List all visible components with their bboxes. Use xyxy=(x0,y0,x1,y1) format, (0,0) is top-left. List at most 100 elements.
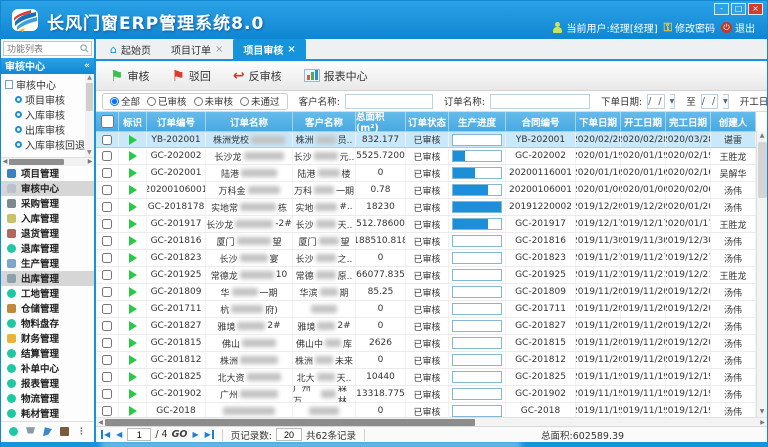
tab-项目订单[interactable]: 项目订单× xyxy=(161,39,233,59)
row-checkbox[interactable] xyxy=(102,135,112,145)
table-row[interactable]: GC-201809华一期华滨期85.25已审核GC-2018092019/11/… xyxy=(96,284,767,301)
sidebar-item-退货管理[interactable]: 退货管理 xyxy=(1,226,94,241)
table-row[interactable]: GC-201815佛山佛山中库2626已审核GC-2018152019/11/2… xyxy=(96,335,767,352)
table-row[interactable]: GC-20180已审核GC-20182019/11/192019/11/1920… xyxy=(96,403,767,417)
column-header-选择[interactable] xyxy=(96,112,119,131)
scroll-left-icon[interactable]: ◀ xyxy=(1,158,9,165)
next-page-icon[interactable]: ▶ xyxy=(191,430,199,439)
table-row[interactable]: GC-201917长沙龙-2#长沙天..8512.78600..已审核GC-20… xyxy=(96,216,767,233)
row-checkbox[interactable] xyxy=(102,236,112,246)
function-search-input[interactable] xyxy=(3,41,92,56)
radio-input[interactable] xyxy=(147,97,156,106)
column-header-完工日期[interactable]: 完工日期 xyxy=(666,112,711,131)
column-header-客户名称[interactable]: 客户名称 xyxy=(293,112,356,131)
toolbar-button-驳回[interactable]: ⚑驳回 xyxy=(167,65,214,87)
flag-icon[interactable] xyxy=(43,427,52,436)
tree-item[interactable]: 入库审核回退 xyxy=(5,137,84,152)
maximize-button[interactable]: □ xyxy=(731,3,746,15)
collapse-panel-icon[interactable]: « xyxy=(84,61,90,71)
sidebar-item-入库管理[interactable]: 入库管理 xyxy=(1,211,94,226)
table-row[interactable]: GC-201823长沙宴长沙之..0已审核GC-2018232019/11/27… xyxy=(96,250,767,267)
radio-input[interactable] xyxy=(240,97,249,106)
table-row[interactable]: GC-2018178实地常栋实地#..18230已审核2019122000220… xyxy=(96,199,767,216)
row-checkbox[interactable] xyxy=(102,372,112,382)
row-checkbox[interactable] xyxy=(102,406,112,416)
toolbar-button-报表中心[interactable]: 报表中心 xyxy=(300,65,372,87)
tree-vertical-scrollbar[interactable]: ▲▼ xyxy=(85,74,94,157)
minimize-button[interactable]: - xyxy=(714,3,729,15)
sidebar-item-仓储管理[interactable]: 仓储管理 xyxy=(1,301,94,316)
order-name-input[interactable] xyxy=(490,94,590,109)
column-header-开工日期[interactable]: 开工日期 xyxy=(621,112,666,131)
tree-horizontal-scrollbar[interactable]: ◀ ▶ xyxy=(1,158,94,166)
status-radio-已审核[interactable]: 已审核 xyxy=(147,94,187,108)
sidebar-item-物流管理[interactable]: 物流管理 xyxy=(1,391,94,406)
sidebar-item-退库管理[interactable]: 退库管理 xyxy=(1,241,94,256)
scroll-down-icon[interactable]: ▼ xyxy=(757,407,767,417)
row-checkbox[interactable] xyxy=(102,338,112,348)
radio-input[interactable] xyxy=(110,97,119,106)
table-row[interactable]: GC-201827雅境2#雅境2#0已审核GC-2018272019/11/20… xyxy=(96,318,767,335)
page-size-input[interactable] xyxy=(276,428,302,441)
sidebar-item-财务管理[interactable]: 财务管理 xyxy=(1,331,94,346)
column-header-订单状态[interactable]: 订单状态 xyxy=(406,112,449,131)
row-checkbox[interactable] xyxy=(102,202,112,212)
row-checkbox[interactable] xyxy=(102,168,112,178)
cart-icon[interactable] xyxy=(26,427,35,436)
column-header-总面积(m²)[interactable]: 总面积(m²) xyxy=(356,112,406,131)
sidebar-item-报表管理[interactable]: 报表管理 xyxy=(1,376,94,391)
tab-项目审核[interactable]: 项目审核× xyxy=(233,39,305,59)
column-header-合同编号[interactable]: 合同编号 xyxy=(506,112,576,131)
sidebar-item-工地管理[interactable]: 工地管理 xyxy=(1,286,94,301)
scroll-thumb[interactable] xyxy=(9,159,64,165)
sidebar-item-审核中心[interactable]: 审核中心 xyxy=(1,181,94,196)
status-radio-未通过[interactable]: 未通过 xyxy=(240,94,280,108)
scroll-left-icon[interactable]: ◀ xyxy=(96,419,105,426)
first-page-icon[interactable]: ◀ xyxy=(101,430,111,439)
table-row[interactable]: YB-202001株洲党校株洲员..832.177已审核YB-202001202… xyxy=(96,131,767,148)
scroll-right-icon[interactable]: ▶ xyxy=(86,158,94,165)
sidebar-item-生产管理[interactable]: 生产管理 xyxy=(1,256,94,271)
order-date-end-input[interactable]: / / xyxy=(701,94,718,109)
sidebar-item-补单中心[interactable]: 补单中心 xyxy=(1,361,94,376)
table-row[interactable]: GC-201925常德龙10常德原..266077.835..已审核GC-201… xyxy=(96,267,767,284)
table-row[interactable]: GC-201812株洲株洲未来0已审核GC-2018122019/11/2020… xyxy=(96,352,767,369)
table-row[interactable]: GC-202001陆港陆港楼0已审核202001160012020/01/162… xyxy=(96,165,767,182)
row-checkbox[interactable] xyxy=(102,304,112,314)
table-row[interactable]: GC-202002长沙龙长沙元..65525.7200..已审核GC-20200… xyxy=(96,148,767,165)
scroll-up-icon[interactable]: ▲ xyxy=(757,131,767,141)
close-button[interactable]: × xyxy=(748,3,763,15)
row-checkbox[interactable] xyxy=(102,287,112,297)
calendar-dropdown-icon[interactable]: ▼ xyxy=(670,94,676,109)
table-horizontal-scrollbar[interactable]: ◀ ▶ xyxy=(96,417,767,426)
toolbar-button-反审核[interactable]: ↩反审核 xyxy=(229,65,286,87)
scroll-thumb[interactable] xyxy=(86,83,93,111)
table-row[interactable]: GC-201825北大资北大天..10440已审核GC-2018252019/1… xyxy=(96,369,767,386)
table-row[interactable]: GC-201902广州广州万森林13318.775已审核GC-201902201… xyxy=(96,386,767,403)
tree-item[interactable]: 入库审核 xyxy=(5,107,84,122)
table-vertical-scrollbar[interactable]: ▲ ▼ xyxy=(756,131,767,417)
prev-page-icon[interactable]: ◀ xyxy=(115,430,123,439)
more-icon[interactable]: ⋮ xyxy=(77,427,86,437)
tree-root-audit-center[interactable]: 审核中心 xyxy=(5,77,84,92)
tab-起始页[interactable]: ⌂起始页 xyxy=(100,39,161,59)
status-radio-全部[interactable]: 全部 xyxy=(110,94,140,108)
sidebar-item-结算管理[interactable]: 结算管理 xyxy=(1,346,94,361)
order-date-input[interactable]: / / xyxy=(647,94,664,109)
customer-name-input[interactable] xyxy=(345,94,433,109)
table-row[interactable]: 20200106001万科金万科一期0.78已审核202001060012020… xyxy=(96,182,767,199)
scroll-thumb[interactable] xyxy=(758,142,767,198)
sidebar-item-出库管理[interactable]: 出库管理 xyxy=(1,271,94,286)
book-icon[interactable] xyxy=(60,427,69,436)
scroll-right-icon[interactable]: ▶ xyxy=(758,419,767,426)
sidebar-item-物料盘存[interactable]: 物料盘存 xyxy=(1,316,94,331)
radio-input[interactable] xyxy=(194,97,203,106)
table-row[interactable]: GC-201816厦门望厦门望188510.818已审核GC-201816201… xyxy=(96,233,767,250)
sidebar-item-采购管理[interactable]: 采购管理 xyxy=(1,196,94,211)
column-header-创建人[interactable]: 创建人 xyxy=(711,112,756,131)
tab-close-icon[interactable]: × xyxy=(215,44,223,55)
row-checkbox[interactable] xyxy=(102,355,112,365)
row-checkbox[interactable] xyxy=(102,270,112,280)
column-header-订单编号[interactable]: 订单编号 xyxy=(147,112,206,131)
column-header-下单日期[interactable]: 下单日期 xyxy=(576,112,621,131)
